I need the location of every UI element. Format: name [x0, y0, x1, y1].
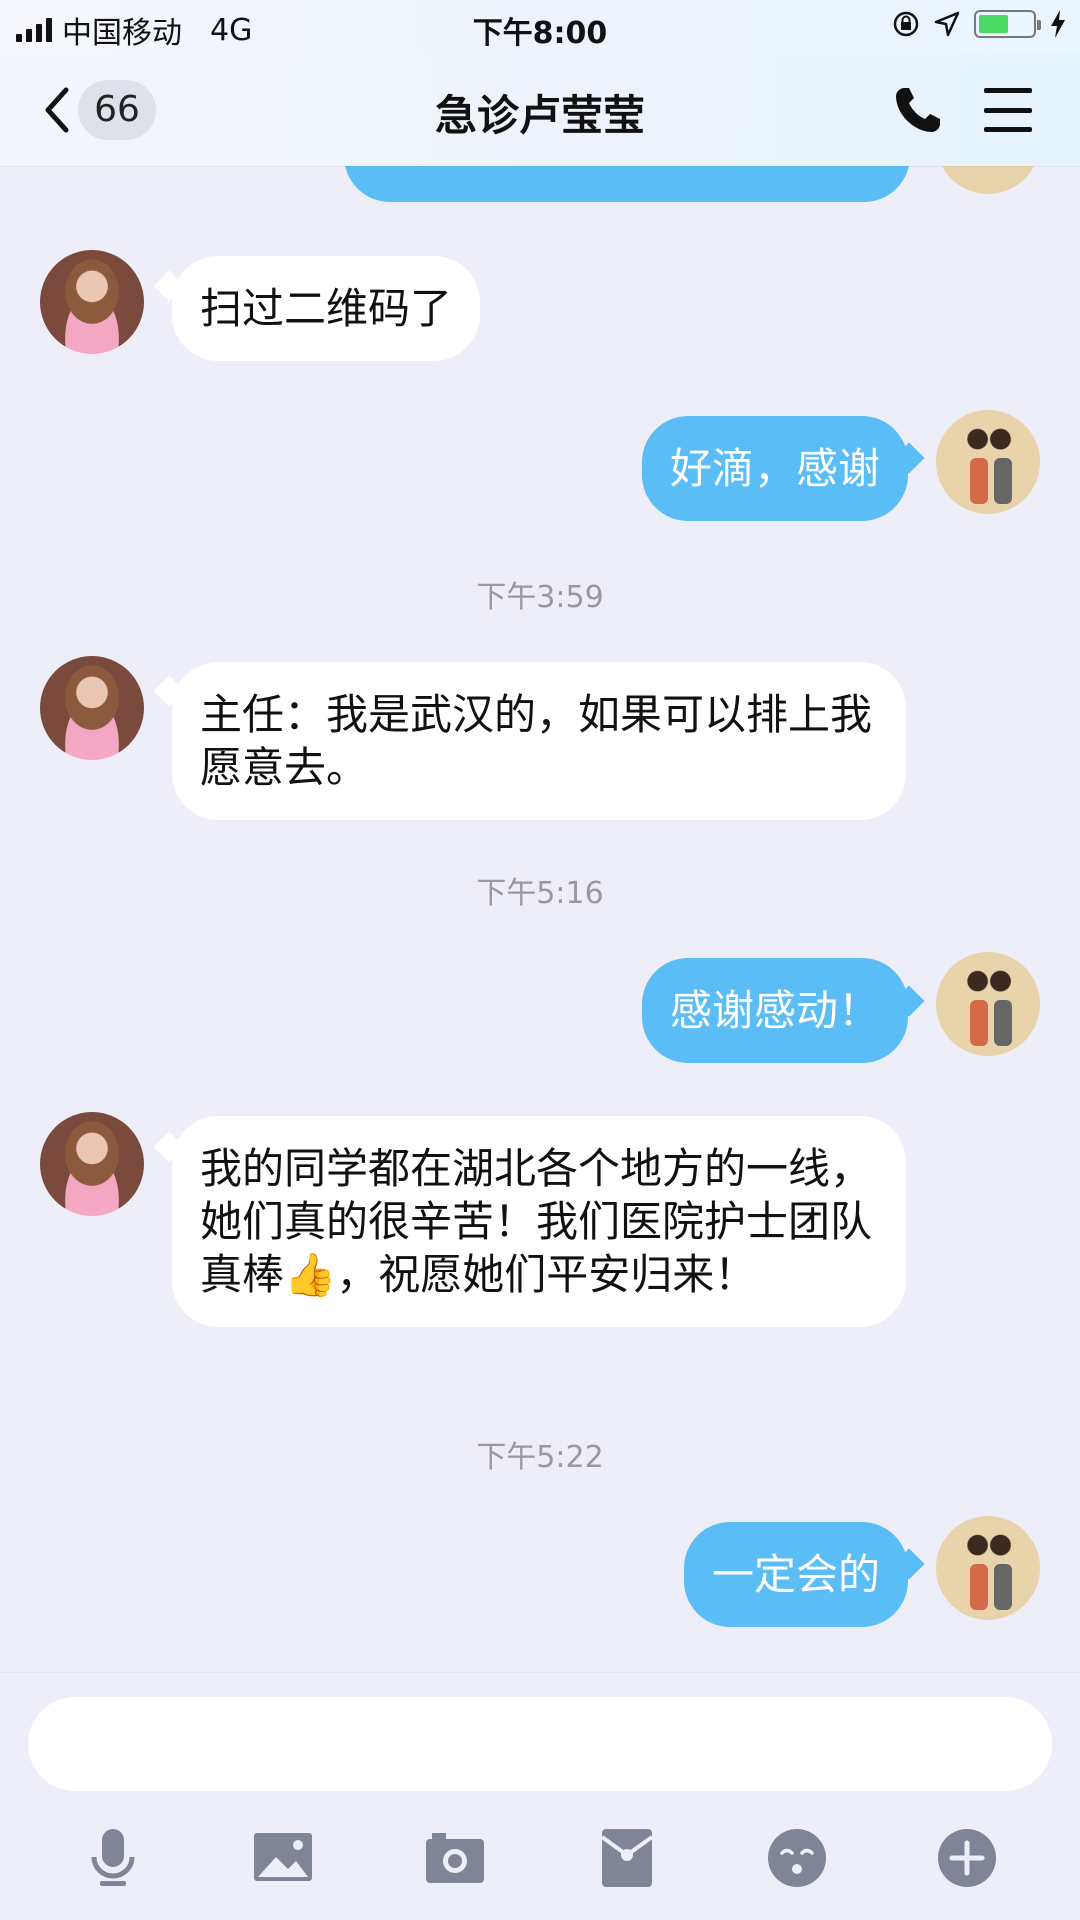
rotation-lock-icon: [893, 11, 919, 37]
microphone-icon[interactable]: [78, 1823, 148, 1893]
contact-avatar[interactable]: [40, 250, 144, 354]
message-text: 主任：我是武汉的，如果可以排上我愿意去。: [200, 690, 873, 792]
toolbar: [0, 1823, 1080, 1903]
nav-bar: 66 急诊卢莹莹: [0, 54, 1080, 166]
status-bar: 中国移动 4G 下午8:00: [0, 0, 1080, 54]
message-bubble-outgoing[interactable]: 一定会的: [683, 1522, 908, 1627]
message-bubble-outgoing[interactable]: 感谢感动！: [641, 958, 908, 1063]
message-text: 扫过二维码了: [200, 284, 453, 333]
image-icon[interactable]: [248, 1823, 318, 1893]
timestamp: 下午5:22: [476, 1440, 604, 1475]
my-avatar[interactable]: [936, 952, 1040, 1056]
contact-avatar[interactable]: [40, 656, 144, 760]
location-icon: [934, 11, 960, 37]
plus-icon[interactable]: [932, 1823, 1002, 1893]
message-text: 一定会的: [711, 1550, 880, 1599]
red-packet-icon[interactable]: [592, 1823, 662, 1893]
emoji-icon[interactable]: [762, 1823, 832, 1893]
timestamp: 下午3:59: [476, 580, 604, 615]
message-input[interactable]: [28, 1697, 1052, 1791]
message-text: 好滴，感谢: [669, 444, 880, 493]
my-avatar[interactable]: [936, 410, 1040, 514]
charging-icon: [1051, 10, 1065, 38]
phone-icon[interactable]: [892, 84, 944, 136]
timestamp: 下午5:16: [476, 876, 604, 911]
contact-avatar[interactable]: [40, 1112, 144, 1216]
message-text: 感谢感动！: [669, 986, 880, 1035]
message-bubble-incoming[interactable]: 扫过二维码了: [172, 256, 481, 361]
my-avatar[interactable]: [936, 1516, 1040, 1620]
message-bubble-incoming[interactable]: 主任：我是武汉的，如果可以排上我愿意去。: [172, 662, 906, 820]
menu-icon[interactable]: [984, 88, 1032, 132]
message-bubble-outgoing[interactable]: 好滴，感谢: [641, 416, 908, 521]
message-bubble-incoming[interactable]: 我的同学都在湖北各个地方的一线，她们真的很辛苦！我们医院护士团队真棒👍，祝愿她们…: [172, 1116, 906, 1327]
input-bar: [0, 1672, 1080, 1920]
camera-icon[interactable]: [420, 1823, 490, 1893]
chat-area[interactable]: 扫过二维码了 好滴，感谢 下午3:59 主任：我是武汉的，如果可以排上我愿意去。…: [0, 0, 1080, 1672]
message-text: 我的同学都在湖北各个地方的一线，她们真的很辛苦！我们医院护士团队真棒👍，祝愿她们…: [200, 1144, 873, 1299]
battery-icon: [974, 10, 1041, 38]
